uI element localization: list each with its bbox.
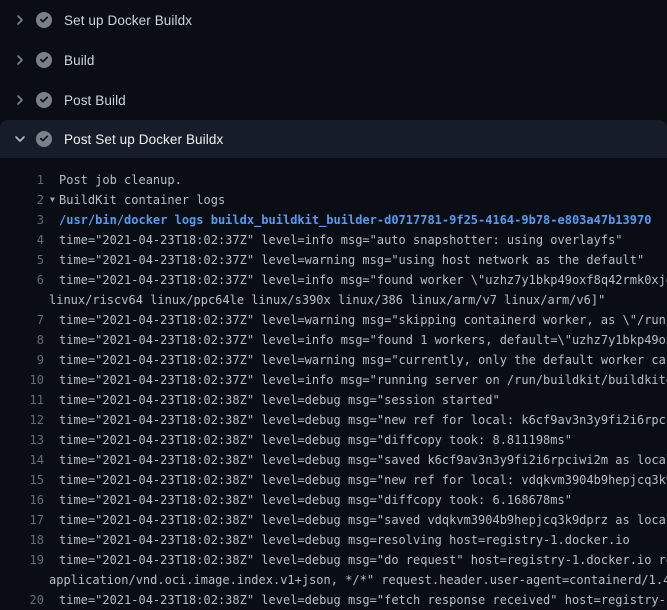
log-text: time="2021-04-23T18:02:37Z" level=warnin… [44, 250, 644, 270]
log-line: 18time="2021-04-23T18:02:38Z" level=debu… [0, 530, 667, 550]
log-line: 15time="2021-04-23T18:02:38Z" level=debu… [0, 470, 667, 490]
check-circle-icon [36, 131, 52, 147]
log-line: application/vnd.oci.image.index.v1+json,… [0, 570, 667, 590]
line-number[interactable]: 3 [0, 210, 44, 230]
chevron-right-icon [12, 92, 28, 108]
line-number[interactable]: 10 [0, 370, 44, 390]
chevron-right-icon [12, 12, 28, 28]
line-number[interactable]: 16 [0, 490, 44, 510]
log-text: time="2021-04-23T18:02:38Z" level=debug … [44, 430, 572, 450]
log-line: linux/riscv64 linux/ppc64le linux/s390x … [0, 290, 667, 310]
log-text: Post job cleanup. [44, 170, 182, 190]
check-circle-icon [36, 92, 52, 108]
log-command-text: /usr/bin/docker logs buildx_buildkit_bui… [44, 210, 651, 230]
log-line: 2▼BuildKit container logs [0, 190, 667, 210]
steps-list: Set up Docker Buildx Build Post Build Post … [0, 0, 667, 158]
log-line: 16time="2021-04-23T18:02:38Z" level=debu… [0, 490, 667, 510]
line-number[interactable]: 4 [0, 230, 44, 250]
log-line: 8time="2021-04-23T18:02:37Z" level=info … [0, 330, 667, 350]
line-number[interactable]: 17 [0, 510, 44, 530]
log-line: 13time="2021-04-23T18:02:38Z" level=debu… [0, 430, 667, 450]
log-line: 6time="2021-04-23T18:02:37Z" level=info … [0, 270, 667, 290]
line-number[interactable]: 15 [0, 470, 44, 490]
step-row-post-build[interactable]: Post Build [0, 80, 667, 120]
log-line: 14time="2021-04-23T18:02:38Z" level=debu… [0, 450, 667, 470]
chevron-down-icon [12, 131, 28, 147]
log-text: application/vnd.oci.image.index.v1+json,… [44, 570, 667, 590]
log-text: time="2021-04-23T18:02:38Z" level=debug … [44, 590, 667, 610]
log-group-label[interactable]: ▼BuildKit container logs [44, 190, 225, 210]
line-number[interactable]: 14 [0, 450, 44, 470]
line-number[interactable]: 11 [0, 390, 44, 410]
log-line: 10time="2021-04-23T18:02:37Z" level=info… [0, 370, 667, 390]
log-line: 7time="2021-04-23T18:02:37Z" level=warni… [0, 310, 667, 330]
step-row-build[interactable]: Build [0, 40, 667, 80]
line-number[interactable]: 18 [0, 530, 44, 550]
log-text: time="2021-04-23T18:02:37Z" level=warnin… [44, 350, 667, 370]
group-toggle-icon[interactable]: ▼ [50, 190, 55, 210]
line-number-spacer [0, 290, 44, 310]
log-text: time="2021-04-23T18:02:38Z" level=debug … [44, 510, 667, 530]
log-line: 20time="2021-04-23T18:02:38Z" level=debu… [0, 590, 667, 610]
log-text: time="2021-04-23T18:02:37Z" level=info m… [44, 270, 667, 290]
step-title: Set up Docker Buildx [64, 13, 192, 28]
line-number[interactable]: 8 [0, 330, 44, 350]
log-text: time="2021-04-23T18:02:37Z" level=warnin… [44, 310, 667, 330]
chevron-right-icon [12, 52, 28, 68]
step-title: Post Set up Docker Buildx [64, 132, 223, 147]
line-number[interactable]: 20 [0, 590, 44, 610]
check-circle-icon [36, 12, 52, 28]
step-row-post-set-up-docker-buildx[interactable]: Post Set up Docker Buildx [0, 120, 667, 158]
log-text: time="2021-04-23T18:02:38Z" level=debug … [44, 410, 667, 430]
step-title: Build [64, 53, 95, 68]
log-text: time="2021-04-23T18:02:38Z" level=debug … [44, 450, 667, 470]
log-text: time="2021-04-23T18:02:38Z" level=debug … [44, 490, 572, 510]
log-line: 19time="2021-04-23T18:02:38Z" level=debu… [0, 550, 667, 570]
line-number[interactable]: 1 [0, 170, 44, 190]
line-number-spacer [0, 570, 44, 590]
log-line: 17time="2021-04-23T18:02:38Z" level=debu… [0, 510, 667, 530]
line-number[interactable]: 12 [0, 410, 44, 430]
log-text: time="2021-04-23T18:02:37Z" level=info m… [44, 230, 623, 250]
log-line: 9time="2021-04-23T18:02:37Z" level=warni… [0, 350, 667, 370]
log-panel: 1Post job cleanup.2▼BuildKit container l… [0, 158, 667, 610]
line-number[interactable]: 6 [0, 270, 44, 290]
line-number[interactable]: 2 [0, 190, 44, 210]
log-text: time="2021-04-23T18:02:38Z" level=debug … [44, 550, 667, 570]
line-number[interactable]: 13 [0, 430, 44, 450]
check-circle-icon [36, 52, 52, 68]
log-line: 12time="2021-04-23T18:02:38Z" level=debu… [0, 410, 667, 430]
log-text: linux/riscv64 linux/ppc64le linux/s390x … [44, 290, 605, 310]
line-number[interactable]: 19 [0, 550, 44, 570]
log-line: 3/usr/bin/docker logs buildx_buildkit_bu… [0, 210, 667, 230]
log-text: time="2021-04-23T18:02:37Z" level=info m… [44, 330, 667, 350]
line-number[interactable]: 5 [0, 250, 44, 270]
log-text: time="2021-04-23T18:02:38Z" level=debug … [44, 390, 500, 410]
step-row-set-up-docker-buildx[interactable]: Set up Docker Buildx [0, 0, 667, 40]
log-text: time="2021-04-23T18:02:37Z" level=info m… [44, 370, 667, 390]
log-line: 11time="2021-04-23T18:02:38Z" level=debu… [0, 390, 667, 410]
line-number[interactable]: 9 [0, 350, 44, 370]
line-number[interactable]: 7 [0, 310, 44, 330]
step-title: Post Build [64, 93, 126, 108]
log-text: time="2021-04-23T18:02:38Z" level=debug … [44, 530, 630, 550]
log-text: time="2021-04-23T18:02:38Z" level=debug … [44, 470, 667, 490]
log-line: 1Post job cleanup. [0, 170, 667, 190]
log-line: 4time="2021-04-23T18:02:37Z" level=info … [0, 230, 667, 250]
log-line: 5time="2021-04-23T18:02:37Z" level=warni… [0, 250, 667, 270]
